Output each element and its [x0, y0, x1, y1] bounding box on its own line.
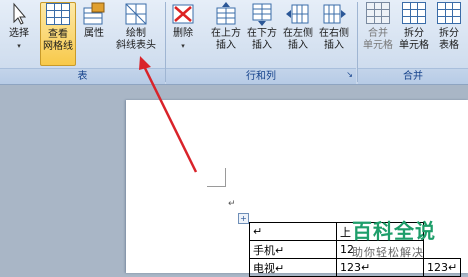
annotation-arrow: [139, 56, 198, 173]
arrow-head-icon: [139, 56, 151, 70]
